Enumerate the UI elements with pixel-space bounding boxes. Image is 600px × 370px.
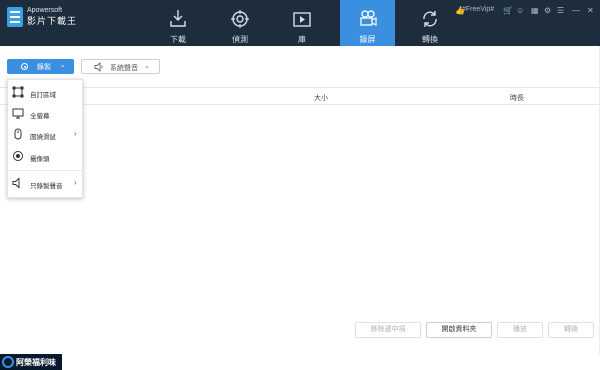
table-header: 大小 時長 (0, 87, 600, 105)
cart-icon[interactable]: 🛒 (503, 6, 513, 15)
tab-library[interactable]: 庫 (271, 0, 333, 46)
play-button[interactable]: 播放 (497, 322, 543, 338)
chevron-down-icon: ⌄ (144, 63, 150, 70)
chevron-right-icon: › (74, 129, 77, 138)
menu-item-custom-region[interactable]: 自訂區域 (8, 83, 82, 103)
brand: Apowersoft 影片下載王 (27, 7, 77, 27)
minimize-icon[interactable]: — (572, 6, 580, 15)
audio-icon (12, 177, 20, 189)
audio-source-select[interactable]: 系統聲音 ⌄ (81, 59, 160, 74)
freevip-link[interactable]: #FreeVip# (462, 6, 494, 13)
brand-name: 影片下載王 (27, 16, 78, 26)
menu-item-label: 只錄製聲音 (30, 183, 63, 190)
record-button[interactable]: 錄製 ⌄ (7, 59, 74, 74)
webcam-icon (13, 151, 23, 161)
menu-icon[interactable]: ☰ (557, 6, 564, 15)
tab-download[interactable]: 下載 (147, 0, 209, 46)
settings-icon[interactable]: ⚙ (544, 6, 551, 15)
download-icon (170, 10, 186, 27)
convert-icon (423, 11, 437, 27)
user-icon[interactable]: ☺ (516, 6, 524, 15)
column-duration[interactable]: 時長 (510, 93, 524, 103)
convert-button[interactable]: 轉換 (548, 322, 594, 338)
tab-download-label: 下載 (170, 35, 186, 44)
watermark: 阿榮福利味 (0, 354, 62, 370)
watermark-logo-icon (2, 356, 14, 368)
record-dot-icon (21, 63, 28, 70)
tab-detect[interactable]: 偵測 (209, 0, 271, 46)
chevron-right-icon: › (74, 178, 77, 187)
open-folder-button[interactable]: 開啟資料夾 (426, 322, 492, 338)
menu-item-fullscreen[interactable]: 全螢幕 (8, 104, 82, 124)
record-button-label: 錄製 (37, 64, 51, 71)
menu-item-around-mouse[interactable]: 圍繞滑鼠 › (8, 125, 82, 145)
record-screen-icon (360, 10, 377, 26)
watermark-text: 阿榮福利味 (16, 358, 56, 367)
column-size[interactable]: 大小 (314, 93, 328, 103)
menu-item-label: 攝像頭 (30, 156, 50, 163)
menu-item-audio-only[interactable]: 只錄製聲音 › (8, 174, 82, 194)
region-icon (12, 86, 24, 98)
tab-convert-label: 轉換 (422, 35, 438, 44)
menu-item-webcam[interactable]: 攝像頭 (8, 147, 82, 167)
menu-divider (8, 170, 82, 171)
remove-selected-button[interactable]: 移除選中項 (355, 322, 421, 338)
monitor-icon (12, 108, 24, 119)
title-bar: Apowersoft 影片下載王 下載 偵測 庫 錄屏 轉換 👍 #FreeVi… (0, 0, 600, 46)
chevron-down-icon: ⌄ (60, 62, 66, 69)
speaker-icon (94, 62, 103, 72)
menu-item-label: 自訂區域 (30, 92, 56, 99)
detect-icon (231, 10, 249, 28)
tab-convert[interactable]: 轉換 (399, 0, 461, 46)
tab-record-screen-label: 錄屏 (359, 35, 376, 44)
close-icon[interactable]: ✕ (587, 6, 594, 15)
audio-source-label: 系統聲音 (110, 65, 138, 72)
menu-item-label: 全螢幕 (30, 113, 50, 120)
app-logo-icon (7, 7, 23, 27)
menu-item-label: 圍繞滑鼠 (30, 134, 56, 141)
library-icon (293, 12, 311, 27)
grid-icon[interactable]: ▦ (531, 6, 539, 15)
mouse-icon (14, 128, 22, 140)
tab-library-label: 庫 (298, 35, 306, 44)
tab-detect-label: 偵測 (232, 35, 248, 44)
record-mode-menu: 自訂區域 全螢幕 圍繞滑鼠 › 攝像頭 只錄製聲音 › (7, 79, 83, 198)
tab-record-screen[interactable]: 錄屏 (340, 0, 395, 46)
brand-small: Apowersoft (27, 7, 63, 14)
